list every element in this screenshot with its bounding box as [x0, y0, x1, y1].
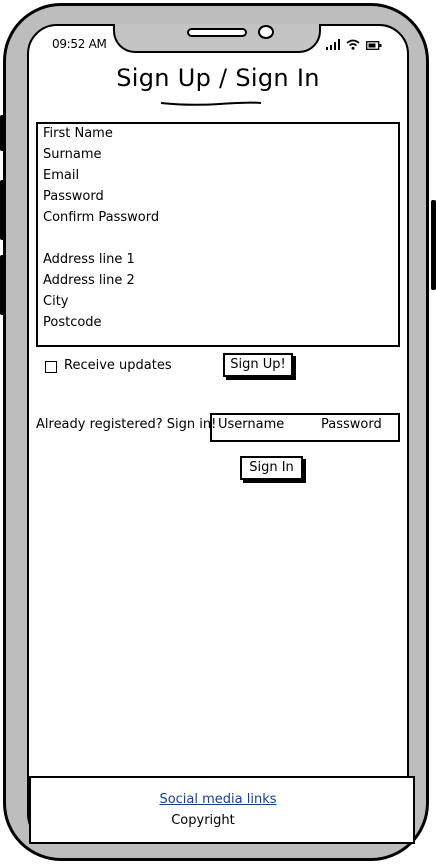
sign-in-prompt: Already registered? Sign in! — [36, 417, 217, 432]
footer — [29, 776, 415, 844]
username-field[interactable]: Username — [218, 417, 284, 432]
postcode-field[interactable]: Postcode — [43, 315, 102, 331]
phone-power-button — [431, 200, 436, 290]
address-line-2-field[interactable]: Address line 2 — [43, 273, 135, 289]
copyright-text: Copyright — [171, 813, 235, 828]
confirm-password-field[interactable]: Confirm Password — [43, 210, 159, 226]
receive-updates-checkbox[interactable] — [45, 361, 57, 373]
address-line-1-field[interactable]: Address line 1 — [43, 252, 135, 268]
wifi-icon — [346, 39, 360, 50]
receive-updates-label: Receive updates — [64, 358, 172, 373]
phone-side-button — [0, 115, 5, 151]
phone-volume-up-button — [0, 180, 5, 240]
battery-icon — [366, 41, 382, 50]
page-title: Sign Up / Sign In — [116, 64, 320, 92]
surname-field[interactable]: Surname — [43, 147, 101, 163]
sign-in-button[interactable]: Sign In — [240, 456, 303, 480]
sign-up-button[interactable]: Sign Up! — [223, 353, 293, 377]
social-media-link[interactable]: Social media links — [0, 792, 436, 807]
signal-icon — [326, 39, 340, 50]
login-password-field[interactable]: Password — [321, 417, 382, 432]
first-name-field[interactable]: First Name — [43, 126, 113, 142]
password-field[interactable]: Password — [43, 189, 104, 205]
title-underline — [160, 101, 262, 106]
front-camera — [258, 25, 274, 39]
speaker-grille — [187, 28, 247, 37]
email-field[interactable]: Email — [43, 168, 79, 184]
city-field[interactable]: City — [43, 294, 68, 310]
status-time: 09:52 AM — [52, 37, 107, 51]
status-icons — [326, 38, 382, 50]
phone-volume-down-button — [0, 255, 5, 315]
